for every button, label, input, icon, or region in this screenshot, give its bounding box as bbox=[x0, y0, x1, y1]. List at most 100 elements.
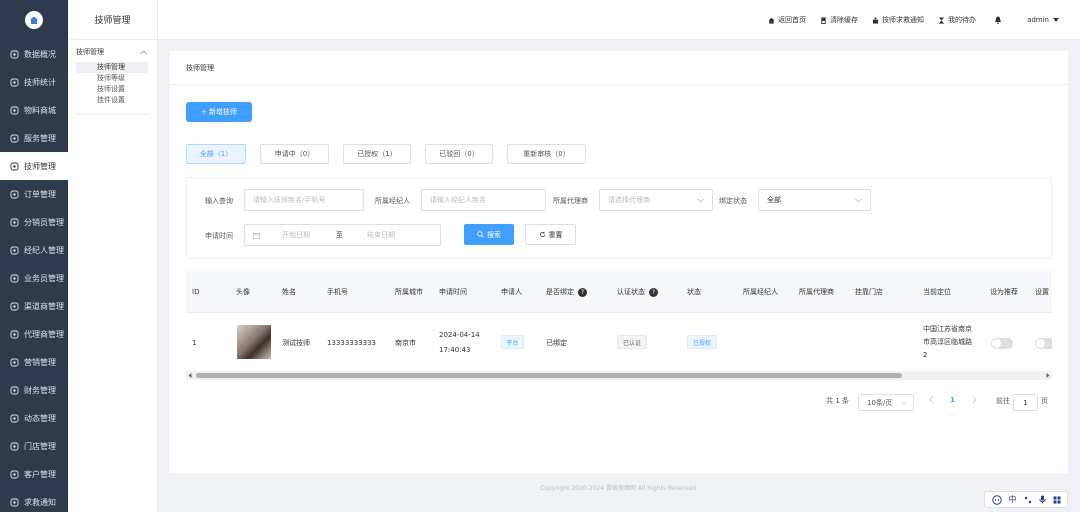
col-store: 挂靠门店 bbox=[855, 288, 883, 296]
col-city: 所属城市 bbox=[395, 288, 423, 296]
ime-language[interactable]: 中 bbox=[1009, 494, 1017, 505]
bind-status-select[interactable]: 全部 bbox=[758, 189, 871, 211]
cell-bind: 已绑定 bbox=[546, 339, 567, 347]
col-recommend: 设为推荐 bbox=[990, 288, 1018, 296]
subnav-item-technician-level[interactable]: 技师等级 bbox=[76, 73, 148, 84]
sidebar-item-order[interactable]: 订单管理 bbox=[0, 180, 68, 208]
scroll-right-icon[interactable] bbox=[1046, 373, 1050, 378]
punctuation-icon[interactable] bbox=[1024, 496, 1032, 504]
agent-input[interactable]: 请输入经纪人姓名 bbox=[421, 189, 546, 211]
technician-sos-link[interactable]: 技师求救通知 bbox=[872, 15, 924, 25]
sidebar-item-label: 技师管理 bbox=[24, 161, 56, 171]
page-number-current[interactable]: 1 bbox=[950, 396, 955, 404]
proxy-select[interactable]: 请选择代理商 bbox=[599, 189, 713, 211]
cell-id: 1 bbox=[192, 339, 197, 347]
card-divider bbox=[170, 84, 1068, 85]
sidebar-item-bell[interactable]: 求救通知 bbox=[0, 488, 68, 512]
subnav-item-pendant-settings[interactable]: 挂件设置 bbox=[76, 95, 148, 106]
footer-copyright: Copyright 2020-2024 晋级按摩网 All Rights Res… bbox=[540, 485, 698, 492]
tab-rejected[interactable]: 已驳回（0） bbox=[425, 144, 493, 164]
proxy-icon bbox=[9, 329, 19, 339]
sidebar-item-finance[interactable]: 财务管理 bbox=[0, 376, 68, 404]
col-settings: 设置 bbox=[1035, 288, 1049, 296]
chevron-down-icon bbox=[697, 198, 704, 203]
microphone-icon[interactable] bbox=[1038, 495, 1046, 504]
date-range-picker[interactable]: 开始日期 至 结束日期 bbox=[244, 224, 441, 246]
technician-icon bbox=[9, 161, 19, 171]
back-home-link[interactable]: 返回首页 bbox=[768, 15, 806, 25]
subnav-item-technician-manage[interactable]: 技师管理 bbox=[76, 62, 148, 73]
sidebar-item-shopping-bag[interactable]: 物料商城 bbox=[0, 96, 68, 124]
sub-navigation: 技师管理 技师管理 技师管理 技师等级 技师设置 挂件设置 bbox=[68, 0, 158, 512]
dynamic-icon bbox=[9, 413, 19, 423]
clear-cache-link[interactable]: 清除缓存 bbox=[820, 15, 858, 25]
keyword-input[interactable]: 请输入技师姓名/手机号 bbox=[244, 189, 364, 211]
date-label: 申请时间 bbox=[205, 232, 233, 240]
scrollbar-thumb[interactable] bbox=[196, 373, 902, 378]
goto-page-input[interactable]: 1 bbox=[1013, 394, 1038, 411]
chevron-left-icon bbox=[929, 396, 934, 403]
sidebar-item-label: 动态管理 bbox=[24, 413, 56, 423]
sidebar-item-bar-chart[interactable]: 技师统计 bbox=[0, 68, 68, 96]
proxy-label: 所属代理商 bbox=[553, 197, 588, 205]
cell-name: 测试技师 bbox=[282, 339, 310, 347]
sidebar-item-service[interactable]: 服务管理 bbox=[0, 124, 68, 152]
sidebar-item-salesman[interactable]: 业务员管理 bbox=[0, 264, 68, 292]
reset-button[interactable]: 重置 bbox=[525, 224, 576, 245]
sidebar-item-marketing[interactable]: 营销管理 bbox=[0, 348, 68, 376]
sidebar-item-distributor[interactable]: 分销员管理 bbox=[0, 208, 68, 236]
scroll-left-icon[interactable] bbox=[188, 373, 192, 378]
subnav-item-technician-settings[interactable]: 技师设置 bbox=[76, 84, 148, 95]
sidebar-item-dashboard[interactable]: 数据概况 bbox=[0, 40, 68, 68]
broom-icon bbox=[821, 16, 826, 24]
col-phone: 手机号 bbox=[327, 288, 348, 296]
main-card: 技师管理 + 新增技师 全部（1） 申请中（0） 已授权（1） 已驳回（0） 重… bbox=[170, 51, 1068, 473]
col-id: ID bbox=[192, 288, 200, 296]
subnav-group-label: 技师管理 bbox=[76, 48, 104, 56]
next-page-button[interactable] bbox=[972, 396, 977, 403]
my-todo-link[interactable]: 我的待办 bbox=[938, 15, 976, 25]
sidebar-item-technician[interactable]: 技师管理 bbox=[0, 152, 68, 180]
sidebar-item-dynamic[interactable]: 动态管理 bbox=[0, 404, 68, 432]
logo[interactable] bbox=[0, 0, 68, 40]
sidebar-item-proxy[interactable]: 代理商管理 bbox=[0, 320, 68, 348]
breadcrumb: 技师管理 bbox=[186, 64, 214, 72]
subnav-group-technician[interactable]: 技师管理 bbox=[68, 40, 157, 62]
prev-page-button[interactable] bbox=[929, 396, 934, 403]
chevron-down-icon bbox=[901, 401, 907, 405]
settings-toggle[interactable] bbox=[1035, 338, 1052, 349]
tab-all[interactable]: 全部（1） bbox=[186, 144, 246, 164]
top-bar: 返回首页 清除缓存 技师求救通知 我的待办 admin bbox=[158, 0, 1080, 40]
tab-review[interactable]: 重新审核（0） bbox=[507, 144, 586, 164]
calendar-icon bbox=[253, 232, 260, 239]
table-header: ID 头像 姓名 手机号 所属城市 申请时间 申请人 是否绑定? 认证状态? 状… bbox=[186, 271, 1052, 313]
ime-logo-icon[interactable] bbox=[991, 494, 1002, 505]
search-button[interactable]: 搜索 bbox=[464, 224, 514, 245]
auth-status-tag: 已认证 bbox=[617, 335, 647, 349]
subnav-title: 技师管理 bbox=[68, 0, 157, 40]
alert-icon bbox=[872, 16, 879, 24]
sidebar-item-customer[interactable]: 客户管理 bbox=[0, 460, 68, 488]
page-size-select[interactable]: 10条/页 bbox=[858, 394, 914, 411]
recommend-toggle[interactable] bbox=[991, 338, 1013, 349]
horizontal-scrollbar[interactable] bbox=[186, 371, 1052, 380]
sidebar-item-label: 客户管理 bbox=[24, 469, 56, 479]
finance-icon bbox=[9, 385, 19, 395]
tab-authorized[interactable]: 已授权（1） bbox=[343, 144, 411, 164]
grid-menu-icon[interactable] bbox=[1053, 496, 1061, 504]
tab-applying[interactable]: 申请中（0） bbox=[260, 144, 329, 164]
help-icon[interactable]: ? bbox=[649, 287, 658, 297]
cell-city: 南京市 bbox=[395, 339, 416, 347]
home-icon bbox=[768, 17, 775, 24]
notification-button[interactable] bbox=[994, 16, 1005, 24]
sidebar-item-channel[interactable]: 渠道商管理 bbox=[0, 292, 68, 320]
col-location: 当前定位 bbox=[923, 288, 951, 296]
help-icon[interactable]: ? bbox=[578, 287, 587, 297]
ime-toolbar[interactable]: 中 bbox=[984, 491, 1068, 508]
add-technician-button[interactable]: + 新增技师 bbox=[186, 102, 252, 122]
sidebar-item-label: 渠道商管理 bbox=[24, 301, 64, 311]
user-menu[interactable]: admin bbox=[1027, 16, 1062, 24]
sidebar-item-agent[interactable]: 经纪人管理 bbox=[0, 236, 68, 264]
sidebar-item-store[interactable]: 门店管理 bbox=[0, 432, 68, 460]
hourglass-icon bbox=[938, 16, 945, 24]
